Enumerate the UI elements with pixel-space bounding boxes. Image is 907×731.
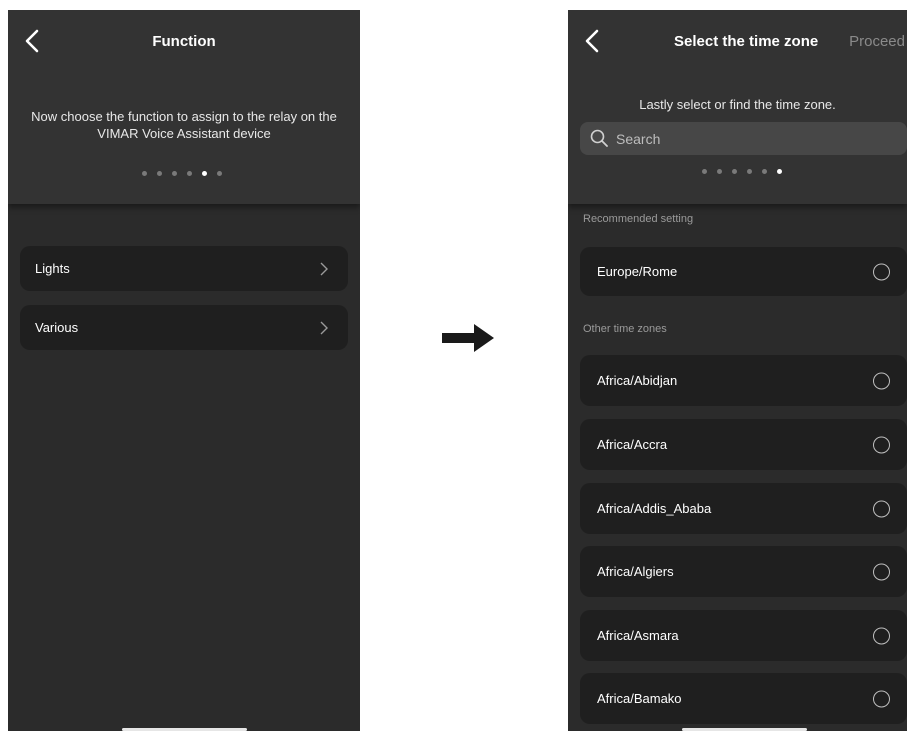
function-item-various[interactable]: Various bbox=[20, 305, 348, 350]
page-dot bbox=[717, 169, 722, 174]
page-title: Select the time zone bbox=[674, 33, 819, 50]
back-chevron-icon[interactable] bbox=[580, 28, 606, 54]
timezone-label: Africa/Bamako bbox=[597, 691, 682, 706]
recommended-section-label: Recommended setting bbox=[583, 213, 694, 225]
timezone-item[interactable]: Africa/Abidjan bbox=[580, 355, 907, 406]
page-indicator bbox=[142, 171, 222, 176]
timezone-label: Africa/Asmara bbox=[597, 628, 679, 643]
page-dot bbox=[732, 169, 737, 174]
page-dot bbox=[187, 171, 192, 176]
right-arrow-icon bbox=[442, 324, 494, 352]
timezone-label: Africa/Abidjan bbox=[597, 373, 678, 388]
time-zone-screen: Select the time zone Proceed Lastly sele… bbox=[568, 10, 907, 731]
timezone-item[interactable]: Africa/Addis_Ababa bbox=[580, 483, 907, 534]
page-dot bbox=[702, 169, 707, 174]
timezone-item[interactable]: Africa/Bamako bbox=[580, 673, 907, 724]
instruction-text: Now choose the function to assign to the… bbox=[31, 109, 337, 141]
timezone-item[interactable]: Africa/Accra bbox=[580, 419, 907, 470]
search-bar[interactable] bbox=[580, 122, 907, 155]
radio-button[interactable] bbox=[873, 500, 890, 517]
chevron-right-icon bbox=[320, 262, 328, 275]
search-icon bbox=[590, 129, 608, 147]
page-dot bbox=[142, 171, 147, 176]
chevron-right-icon bbox=[320, 321, 328, 334]
item-label: Various bbox=[35, 320, 79, 335]
page-dot bbox=[157, 171, 162, 176]
timezone-item[interactable]: Africa/Asmara bbox=[580, 610, 907, 661]
page-dot bbox=[217, 171, 222, 176]
radio-button[interactable] bbox=[873, 372, 890, 389]
timezone-label: Africa/Accra bbox=[597, 437, 668, 452]
timezone-label: Europe/Rome bbox=[597, 264, 678, 279]
radio-button[interactable] bbox=[873, 563, 890, 580]
timezone-item[interactable]: Africa/Algiers bbox=[580, 546, 907, 597]
timezone-label: Africa/Algiers bbox=[597, 564, 674, 579]
function-screen: Function Now choose the function to assi… bbox=[8, 10, 360, 731]
header: Function Now choose the function to assi… bbox=[8, 10, 360, 204]
timezone-label: Africa/Addis_Ababa bbox=[597, 501, 712, 516]
proceed-button[interactable]: Proceed bbox=[849, 33, 905, 50]
radio-button[interactable] bbox=[873, 436, 890, 453]
page-dot-active bbox=[777, 169, 782, 174]
page-title: Function bbox=[152, 33, 216, 50]
radio-button[interactable] bbox=[873, 263, 890, 280]
timezone-item-recommended[interactable]: Europe/Rome bbox=[580, 247, 907, 296]
page-indicator bbox=[702, 169, 782, 174]
page-dot bbox=[762, 169, 767, 174]
item-label: Lights bbox=[35, 261, 70, 276]
instruction-text: Lastly select or find the time zone. bbox=[639, 97, 836, 112]
search-input[interactable] bbox=[616, 122, 876, 155]
function-item-lights[interactable]: Lights bbox=[20, 246, 348, 291]
page-dot-active bbox=[202, 171, 207, 176]
page-dot bbox=[747, 169, 752, 174]
radio-button[interactable] bbox=[873, 690, 890, 707]
other-section-label: Other time zones bbox=[583, 323, 667, 335]
page-dot bbox=[172, 171, 177, 176]
header: Select the time zone Proceed Lastly sele… bbox=[568, 10, 907, 204]
radio-button[interactable] bbox=[873, 627, 890, 644]
